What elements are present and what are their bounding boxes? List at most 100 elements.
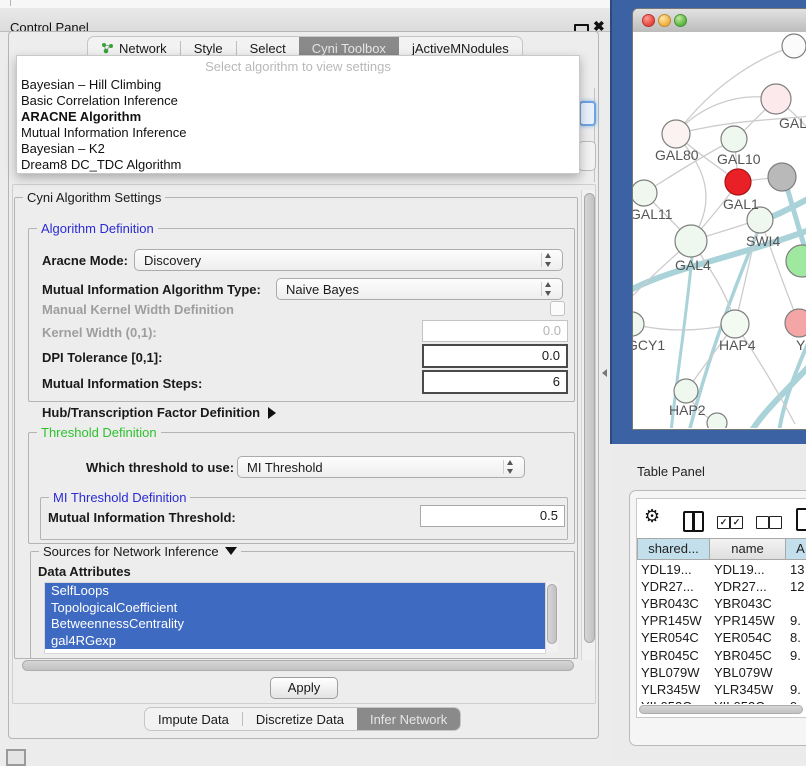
list-scrollbar-thumb[interactable]: [547, 584, 557, 644]
tab-discretize-data[interactable]: Discretize Data: [243, 708, 357, 730]
close-traffic-light-icon[interactable]: [642, 14, 655, 27]
aracne-mode-select[interactable]: Discovery: [134, 249, 563, 271]
node-gal80[interactable]: [662, 120, 690, 148]
attribute-item[interactable]: BetweennessCentrality: [45, 616, 545, 633]
table-row[interactable]: YBL079W YBL079W: [637, 664, 806, 681]
node[interactable]: [707, 413, 727, 428]
dropdown-item[interactable]: Bayesian – Hill Climbing: [17, 77, 579, 93]
cell-value: 8.: [790, 629, 801, 646]
combo-value: Naive Bayes: [286, 282, 541, 297]
which-threshold-select[interactable]: MI Threshold: [237, 456, 525, 478]
node-label: GAL10: [717, 151, 761, 167]
dropdown-item[interactable]: Basic Correlation Inference: [17, 93, 579, 109]
mi-algorithm-type-select[interactable]: Naive Bayes: [276, 278, 563, 300]
settings-hscroll-thumb[interactable]: [22, 660, 574, 671]
table-row[interactable]: YBR045C YBR045C 9.: [637, 647, 806, 664]
attribute-item[interactable]: gal4RGexp: [45, 633, 545, 650]
table-row[interactable]: YPR145W YPR145W 9.: [637, 612, 806, 629]
bottom-tabbar: Impute Data Discretize Data Infer Networ…: [144, 707, 461, 731]
cell-shared-name: YPR145W: [641, 612, 702, 629]
select-all-checkbox-icon[interactable]: ✓: [717, 516, 730, 529]
tab-label: Select: [250, 41, 286, 56]
node-gal10[interactable]: [721, 126, 747, 152]
network-window-titlebar[interactable]: [633, 9, 806, 33]
cell-name: YLR345W: [714, 681, 773, 698]
node-gcy1[interactable]: [633, 312, 644, 336]
select-all-checkbox-icon[interactable]: ✓: [730, 516, 743, 529]
cell-name: YBL079W: [714, 664, 773, 681]
column-header-next[interactable]: A: [786, 538, 806, 560]
settings-vertical-scrollbar[interactable]: [581, 190, 595, 660]
manual-kernel-checkbox[interactable]: [550, 301, 565, 316]
columns-icon[interactable]: [683, 511, 704, 532]
tab-impute-data[interactable]: Impute Data: [145, 708, 242, 730]
table-row[interactable]: YIL052C YIL052C 9.: [637, 698, 806, 704]
groupbox-title: Algorithm Definition: [37, 221, 158, 236]
node-label: GAL: [779, 115, 806, 131]
table-row[interactable]: YDL19... YDL19... 13: [637, 561, 806, 578]
attribute-item[interactable]: TopologicalCoefficient: [45, 600, 545, 617]
combo-stepper-icon: [541, 253, 556, 267]
combo-value: Discovery: [144, 253, 541, 268]
table-row[interactable]: YER054C YER054C 8.: [637, 629, 806, 646]
node-label: GAL4: [675, 257, 711, 273]
node-hap2[interactable]: [674, 379, 698, 403]
gear-icon[interactable]: ⚙: [644, 506, 660, 527]
node-gal[interactable]: [761, 84, 791, 114]
mi-steps-field[interactable]: 6: [422, 370, 568, 394]
tab-label: jActiveMNodules: [412, 41, 509, 56]
list-scrollbar[interactable]: [545, 582, 558, 652]
node-gal11[interactable]: [633, 180, 657, 206]
mi-threshold-field[interactable]: 0.5: [420, 505, 565, 527]
minimized-panel-icon[interactable]: [6, 749, 26, 766]
node-gray[interactable]: [768, 163, 796, 191]
dropdown-item[interactable]: Bayesian – K2: [17, 141, 579, 157]
tab-infer-network[interactable]: Infer Network: [357, 708, 460, 730]
network-window[interactable]: GAL GAL80 GAL10 GAL1 SWI4 GAL11 GAL4 GCY…: [632, 8, 806, 430]
tab-label: Network: [119, 41, 167, 56]
mi-threshold-label: Mutual Information Threshold:: [48, 510, 236, 525]
sources-title: Sources for Network Inference: [43, 544, 219, 559]
table-panel-title: Table Panel: [637, 464, 705, 479]
dpi-tolerance-field[interactable]: 0.0: [422, 344, 568, 368]
minimize-traffic-light-icon[interactable]: [658, 14, 671, 27]
column-header-name[interactable]: name: [710, 538, 786, 560]
settings-vscroll-thumb[interactable]: [584, 193, 595, 643]
groupbox-title: MI Threshold Definition: [49, 490, 190, 505]
cell-shared-name: YBL079W: [641, 664, 700, 681]
collapse-down-icon: [225, 547, 237, 555]
network-canvas[interactable]: GAL GAL80 GAL10 GAL1 SWI4 GAL11 GAL4 GCY…: [633, 32, 806, 428]
node-hap4[interactable]: [721, 310, 749, 338]
node-gal1-red[interactable]: [725, 169, 751, 195]
deselect-all-checkbox-icon[interactable]: [769, 516, 782, 529]
table-hscroll-thumb[interactable]: [639, 705, 803, 714]
cell-name: YPR145W: [714, 612, 775, 629]
table-row[interactable]: YDR27... YDR27... 12: [637, 578, 806, 595]
node-label: GAL80: [655, 147, 699, 163]
deselect-all-checkbox-icon[interactable]: [756, 516, 769, 529]
splitter-collapse-icon[interactable]: [602, 369, 607, 377]
node-bright-green[interactable]: [786, 245, 806, 277]
apply-button[interactable]: Apply: [270, 677, 338, 699]
dropdown-item[interactable]: Mutual Information Inference: [17, 125, 579, 141]
node[interactable]: [782, 34, 806, 58]
hub-definition-toggle[interactable]: Hub/Transcription Factor Definition: [42, 405, 276, 420]
table-row[interactable]: YBR043C YBR043C: [637, 595, 806, 612]
kernel-width-field[interactable]: 0.0: [422, 320, 568, 342]
network-graph: GAL GAL80 GAL10 GAL1 SWI4 GAL11 GAL4 GCY…: [633, 32, 806, 428]
manual-kernel-label: Manual Kernel Width Definition: [42, 302, 234, 317]
document-icon[interactable]: [796, 508, 806, 531]
cell-name: YDL19...: [714, 561, 765, 578]
dropdown-item[interactable]: Dream8 DC_TDC Algorithm: [17, 157, 579, 173]
node-label: GAL11: [633, 206, 673, 222]
sources-title-toggle[interactable]: Sources for Network Inference: [39, 544, 241, 559]
attribute-item[interactable]: SelfLoops: [45, 583, 545, 600]
cell-shared-name: YDR27...: [641, 578, 694, 595]
node-gal4[interactable]: [675, 225, 707, 257]
dropdown-item-selected[interactable]: ARACNE Algorithm: [17, 109, 579, 125]
node-pink[interactable]: [785, 309, 806, 337]
zoom-traffic-light-icon[interactable]: [674, 14, 687, 27]
kernel-width-label: Kernel Width (0,1):: [42, 325, 157, 340]
column-header-shared-name[interactable]: shared...: [637, 538, 710, 560]
table-row[interactable]: YLR345W YLR345W 9.: [637, 681, 806, 698]
